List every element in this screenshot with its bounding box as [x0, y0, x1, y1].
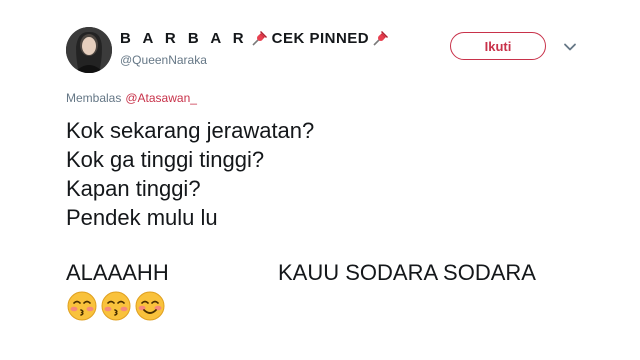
smiling-blush-face-icon	[134, 290, 166, 322]
tweet-line: Pendek mulu lu	[66, 205, 218, 230]
tweet-bottom-row: ALAAAHH KAUU SODARA SODARA	[66, 258, 536, 287]
display-name-part2: CEK PINNED	[271, 29, 370, 47]
tweet-line: Kapan tinggi?	[66, 176, 201, 201]
follow-button[interactable]: Ikuti	[450, 32, 546, 60]
tweet-card: B A R B A R CEK PINNED @QueenNaraka Ikut…	[0, 0, 640, 360]
pushpin-icon	[371, 28, 391, 48]
avatar[interactable]	[66, 27, 112, 73]
tweet-line: Kok ga tinggi tinggi?	[66, 147, 265, 172]
user-handle[interactable]: @QueenNaraka	[120, 53, 207, 67]
chevron-down-icon[interactable]	[563, 40, 577, 54]
reply-mention-link[interactable]: @Atasawan_	[125, 91, 197, 105]
kissing-face-icon	[100, 290, 132, 322]
tweet-right-phrase: KAUU SODARA SODARA	[278, 260, 536, 285]
tweet-text: Kok sekarang jerawatan? Kok ga tinggi ti…	[66, 116, 314, 232]
kissing-face-icon	[66, 290, 98, 322]
emoji-row	[66, 290, 166, 322]
pushpin-icon	[250, 28, 270, 48]
display-name-part1: B A R B A R	[120, 29, 248, 47]
reply-context: Membalas @Atasawan_	[66, 91, 197, 105]
reply-prefix: Membalas	[66, 91, 122, 105]
display-name[interactable]: B A R B A R CEK PINNED	[120, 28, 393, 48]
tweet-left-word: ALAAAHH	[66, 260, 169, 285]
tweet-line: Kok sekarang jerawatan?	[66, 118, 315, 143]
